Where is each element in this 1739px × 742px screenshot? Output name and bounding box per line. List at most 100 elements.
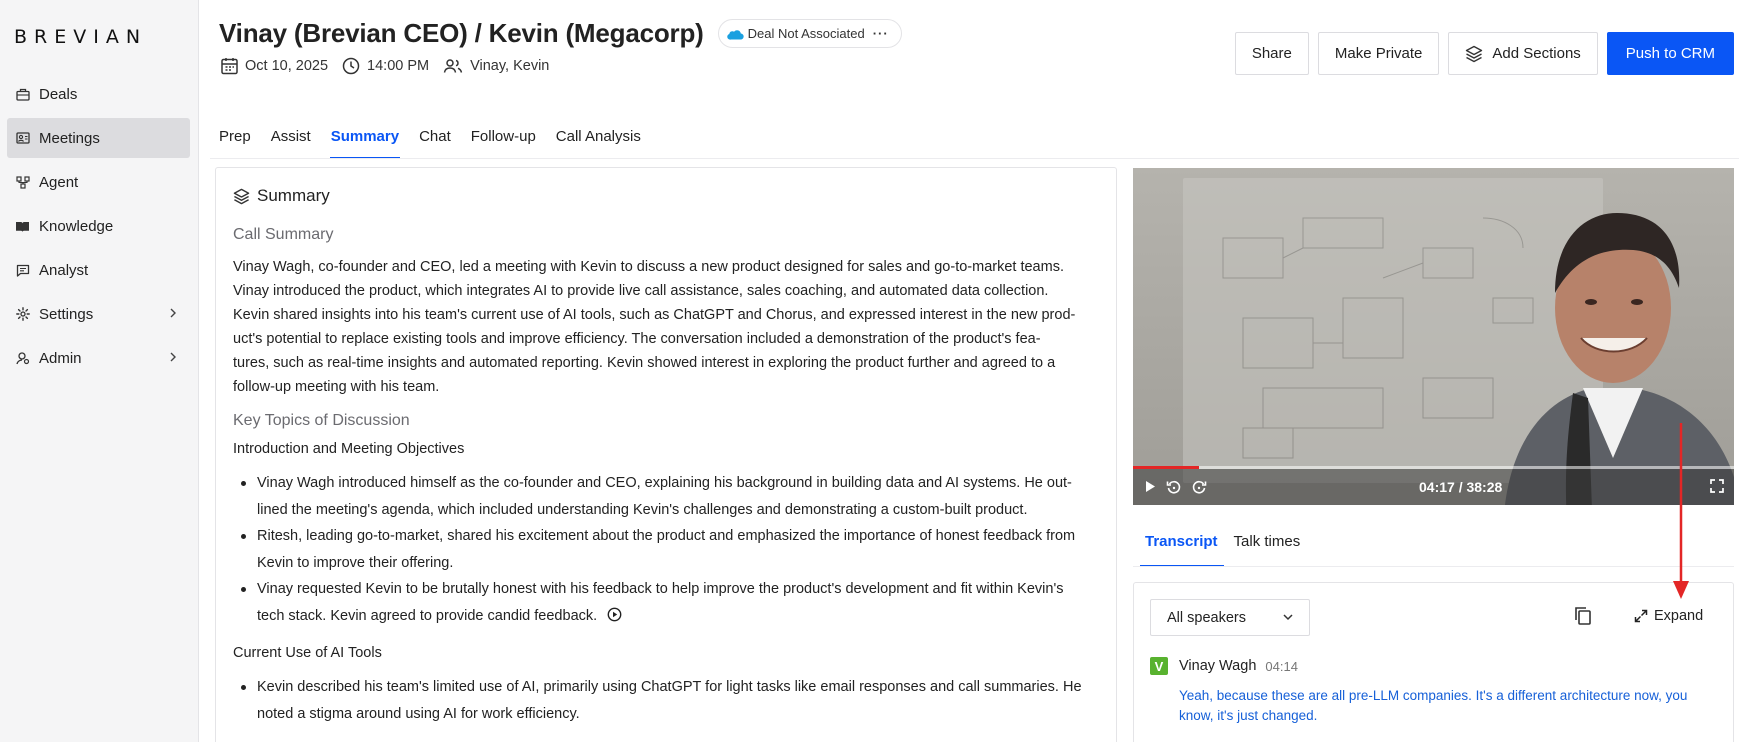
call-summary-heading: Call Summary — [233, 226, 334, 243]
tab-summary[interactable]: Summary — [329, 126, 401, 159]
copy-icon[interactable] — [1574, 606, 1592, 631]
video-controls: 04:17 / 38:28 — [1133, 469, 1734, 505]
transcript-text[interactable]: Yeah, because these are all pre-LLM comp… — [1179, 686, 1719, 726]
header-actions: Share Make Private Add Sections Push to … — [1226, 32, 1734, 75]
expand-icon — [1634, 609, 1648, 623]
meeting-header: Vinay (Brevian CEO) / Kevin (Megacorp) D… — [219, 18, 902, 49]
meeting-meta: Oct 10, 2025 14:00 PM Vinay, Kevin — [221, 57, 563, 75]
sidebar-item-settings[interactable]: Settings — [7, 294, 190, 334]
people-icon — [443, 59, 463, 73]
sidebar-item-agent[interactable]: Agent — [7, 162, 190, 202]
briefcase-icon — [15, 87, 30, 102]
forward-icon[interactable] — [1191, 479, 1207, 500]
deal-status-badge[interactable]: Deal Not Associated ··· — [717, 19, 902, 48]
tab-call-analysis[interactable]: Call Analysis — [556, 126, 641, 159]
meeting-date: Oct 10, 2025 — [221, 57, 328, 75]
play-clip-icon[interactable] — [607, 605, 622, 632]
bullet-line: Vinay Wagh introduced himself as the co-… — [257, 475, 1072, 491]
layers-icon — [233, 188, 250, 204]
sidebar-item-admin[interactable]: Admin — [7, 338, 190, 378]
list-item: Kevin described his team's limited use o… — [233, 674, 1103, 727]
summary-line: Vinay introduced the product, which inte… — [233, 283, 1049, 299]
avatar: V — [1150, 657, 1168, 675]
sidebar-item-label: Meetings — [39, 129, 100, 147]
meeting-time: 14:00 PM — [342, 57, 429, 75]
meeting-date-text: Oct 10, 2025 — [245, 58, 329, 74]
sidebar-item-deals[interactable]: Deals — [7, 74, 190, 114]
push-to-crm-button[interactable]: Push to CRM — [1606, 32, 1734, 75]
summary-line: uct's potential to replace existing tool… — [233, 331, 1041, 347]
tab-assist[interactable]: Assist — [271, 126, 311, 159]
sidebar-item-label: Agent — [39, 173, 79, 191]
tab-talk-times[interactable]: Talk times — [1234, 533, 1301, 564]
topic-title: Introduction and Meeting Objectives — [233, 441, 465, 457]
add-sections-button[interactable]: Add Sections — [1448, 32, 1598, 75]
meeting-time-text: 14:00 PM — [367, 58, 430, 74]
tab-chat[interactable]: Chat — [419, 126, 451, 159]
sidebar-item-label: Analyst — [39, 261, 89, 279]
speaker-filter-value: All speakers — [1167, 609, 1246, 626]
make-private-button[interactable]: Make Private — [1317, 32, 1440, 75]
chevron-right-icon — [166, 306, 180, 320]
transcript-line: know, it's just changed. — [1179, 708, 1318, 723]
topic-bullets: Kevin described his team's limited use o… — [233, 674, 1103, 727]
sidebar: BREVIAN Deals Meetings Agent Knowledge A… — [0, 0, 199, 742]
summary-heading-text: Summary — [257, 186, 330, 205]
deal-status-label: Deal Not Associated — [747, 26, 865, 41]
salesforce-cloud-icon — [726, 28, 744, 40]
layers-icon — [1466, 45, 1483, 62]
video-player[interactable]: 04:17 / 38:28 — [1133, 168, 1734, 505]
summary-heading: Summary — [233, 186, 330, 206]
brevian-logo[interactable]: BREVIAN — [14, 26, 147, 48]
attendees-text: Vinay, Kevin — [470, 58, 550, 74]
bullet-line: noted a stigma around using AI for work … — [257, 705, 580, 722]
transcript-line: Yeah, because these are all pre-LLM comp… — [1179, 688, 1688, 703]
sidebar-item-meetings[interactable]: Meetings — [7, 118, 190, 158]
summary-line: tures, such as real-time insights and au… — [233, 355, 1056, 371]
speaker-video-figure — [1463, 198, 1734, 505]
share-button[interactable]: Share — [1234, 32, 1309, 75]
chevron-down-icon — [1283, 614, 1293, 621]
sidebar-item-label: Deals — [39, 85, 78, 103]
fullscreen-icon[interactable] — [1710, 479, 1724, 498]
play-icon[interactable] — [1143, 479, 1157, 499]
sidebar-item-analyst[interactable]: Analyst — [7, 250, 190, 290]
summary-line: follow-up meeting with his team. — [233, 379, 440, 395]
topic-bullets: Vinay Wagh introduced himself as the co-… — [233, 470, 1103, 631]
admin-icon — [15, 351, 30, 366]
chat-icon — [15, 263, 30, 278]
transcript-panel[interactable]: All speakers Expand V Vinay Wagh 04:14 Y… — [1133, 582, 1734, 742]
bullet-line: tech stack. Kevin agreed to provide cand… — [257, 607, 598, 624]
meetings-icon — [15, 131, 30, 146]
expand-button[interactable]: Expand — [1634, 608, 1703, 624]
meeting-tabs: Prep Assist Summary Chat Follow-up Call … — [219, 126, 661, 159]
tab-follow-up[interactable]: Follow-up — [471, 126, 536, 159]
sidebar-item-knowledge[interactable]: Knowledge — [7, 206, 190, 246]
bullet-line: Vinay requested Kevin to be brutally hon… — [257, 581, 1064, 597]
bullet-line: Kevin to improve their offering. — [257, 554, 454, 571]
sidebar-nav: Deals Meetings Agent Knowledge Analyst S… — [7, 74, 190, 382]
summary-line: Vinay Wagh, co-founder and CEO, led a me… — [233, 259, 1064, 275]
summary-panel[interactable]: Summary Call Summary Vinay Wagh, co-foun… — [215, 167, 1117, 742]
page-title: Vinay (Brevian CEO) / Kevin (Megacorp) — [219, 18, 704, 48]
list-item: Ritesh, leading go-to-market, shared his… — [233, 523, 1103, 576]
bullet-line: Kevin described his team's limited use o… — [257, 679, 1082, 695]
summary-line: Kevin shared insights into his team's cu… — [233, 307, 1076, 323]
bullet-line: lined the meeting's agenda, which includ… — [257, 501, 1028, 518]
transcript-tabs-divider — [1133, 566, 1734, 567]
meeting-attendees: Vinay, Kevin — [443, 58, 549, 74]
speaker-filter-select[interactable]: All speakers — [1150, 599, 1310, 636]
annotation-arrow — [1671, 423, 1691, 608]
summary-body: Call Summary Vinay Wagh, co-founder and … — [233, 226, 1103, 741]
sidebar-item-label: Knowledge — [39, 217, 114, 235]
speaker-name: Vinay Wagh — [1179, 658, 1257, 674]
add-sections-label: Add Sections — [1492, 45, 1581, 62]
tab-transcript[interactable]: Transcript — [1140, 533, 1224, 567]
gear-icon — [15, 307, 30, 322]
rewind-icon[interactable] — [1166, 479, 1182, 500]
tab-prep[interactable]: Prep — [219, 126, 251, 159]
more-options-icon[interactable]: ··· — [873, 26, 889, 41]
topic-title: Current Use of AI Tools — [233, 645, 382, 661]
transcript-entry-header: V Vinay Wagh 04:14 — [1150, 657, 1298, 675]
transcript-timestamp[interactable]: 04:14 — [1265, 659, 1298, 674]
